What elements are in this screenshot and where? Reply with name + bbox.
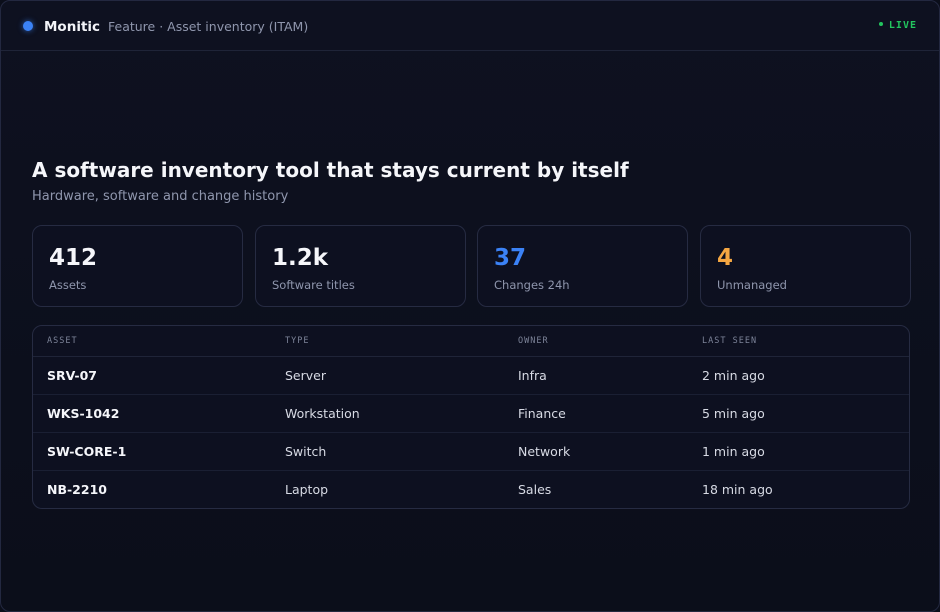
stats-row: 412 Assets 1.2k Software titles 37 Chang… xyxy=(32,225,911,307)
owner-cell: Sales xyxy=(518,482,552,497)
stat-value: 37 xyxy=(494,245,527,271)
asset-cell: SRV-07 xyxy=(47,368,97,383)
stat-label: Assets xyxy=(49,278,87,292)
stat-card-changes-24h: 37 Changes 24h xyxy=(477,225,688,307)
type-cell: Workstation xyxy=(285,406,360,421)
last-seen-cell: 2 min ago xyxy=(702,368,765,383)
type-cell: Server xyxy=(285,368,326,383)
type-cell: Switch xyxy=(285,444,327,459)
column-header-last-seen: LAST SEEN xyxy=(702,336,758,346)
last-seen-cell: 1 min ago xyxy=(702,444,765,459)
stat-card-assets: 412 Assets xyxy=(32,225,243,307)
asset-cell: NB-2210 xyxy=(47,482,107,497)
page-subtitle: Hardware, software and change history xyxy=(32,189,289,204)
asset-table: ASSET TYPE OWNER LAST SEEN SRV-07 Server… xyxy=(32,325,910,509)
live-dot-icon xyxy=(878,22,883,26)
stat-card-software-titles: 1.2k Software titles xyxy=(255,225,466,307)
page-title: A software inventory tool that stays cur… xyxy=(32,158,629,182)
column-header-type: TYPE xyxy=(285,336,310,346)
stat-card-unmanaged: 4 Unmanaged xyxy=(700,225,911,307)
last-seen-cell: 18 min ago xyxy=(702,482,773,497)
owner-cell: Network xyxy=(518,444,571,459)
stat-label: Unmanaged xyxy=(717,278,787,292)
stat-value: 1.2k xyxy=(272,245,329,271)
table-row[interactable]: SRV-07 Server Infra 2 min ago xyxy=(33,357,909,395)
table-row[interactable]: WKS-1042 Workstation Finance 5 min ago xyxy=(33,395,909,433)
asset-cell: WKS-1042 xyxy=(47,406,120,421)
brand-logo-icon xyxy=(23,21,33,31)
column-header-asset: ASSET xyxy=(47,336,78,346)
table-row[interactable]: SW-CORE-1 Switch Network 1 min ago xyxy=(33,433,909,471)
stat-label: Software titles xyxy=(272,278,355,292)
stat-label: Changes 24h xyxy=(494,278,570,292)
live-status-label: LIVE xyxy=(888,20,917,31)
top-bar: Monitic Feature · Asset inventory (ITAM)… xyxy=(1,1,939,51)
table-header: ASSET TYPE OWNER LAST SEEN xyxy=(33,326,909,357)
asset-cell: SW-CORE-1 xyxy=(47,444,127,459)
stat-value: 412 xyxy=(49,245,98,271)
app-window: Monitic Feature · Asset inventory (ITAM)… xyxy=(0,0,940,612)
column-header-owner: OWNER xyxy=(518,336,549,346)
last-seen-cell: 5 min ago xyxy=(702,406,765,421)
owner-cell: Finance xyxy=(518,406,566,421)
type-cell: Laptop xyxy=(285,482,329,497)
brand-name[interactable]: Monitic xyxy=(44,17,100,37)
breadcrumb: Feature · Asset inventory (ITAM) xyxy=(108,19,309,34)
live-status-badge: LIVE xyxy=(878,19,917,33)
table-row[interactable]: NB-2210 Laptop Sales 18 min ago xyxy=(33,471,909,508)
owner-cell: Infra xyxy=(518,368,547,383)
stat-value: 4 xyxy=(717,245,734,271)
